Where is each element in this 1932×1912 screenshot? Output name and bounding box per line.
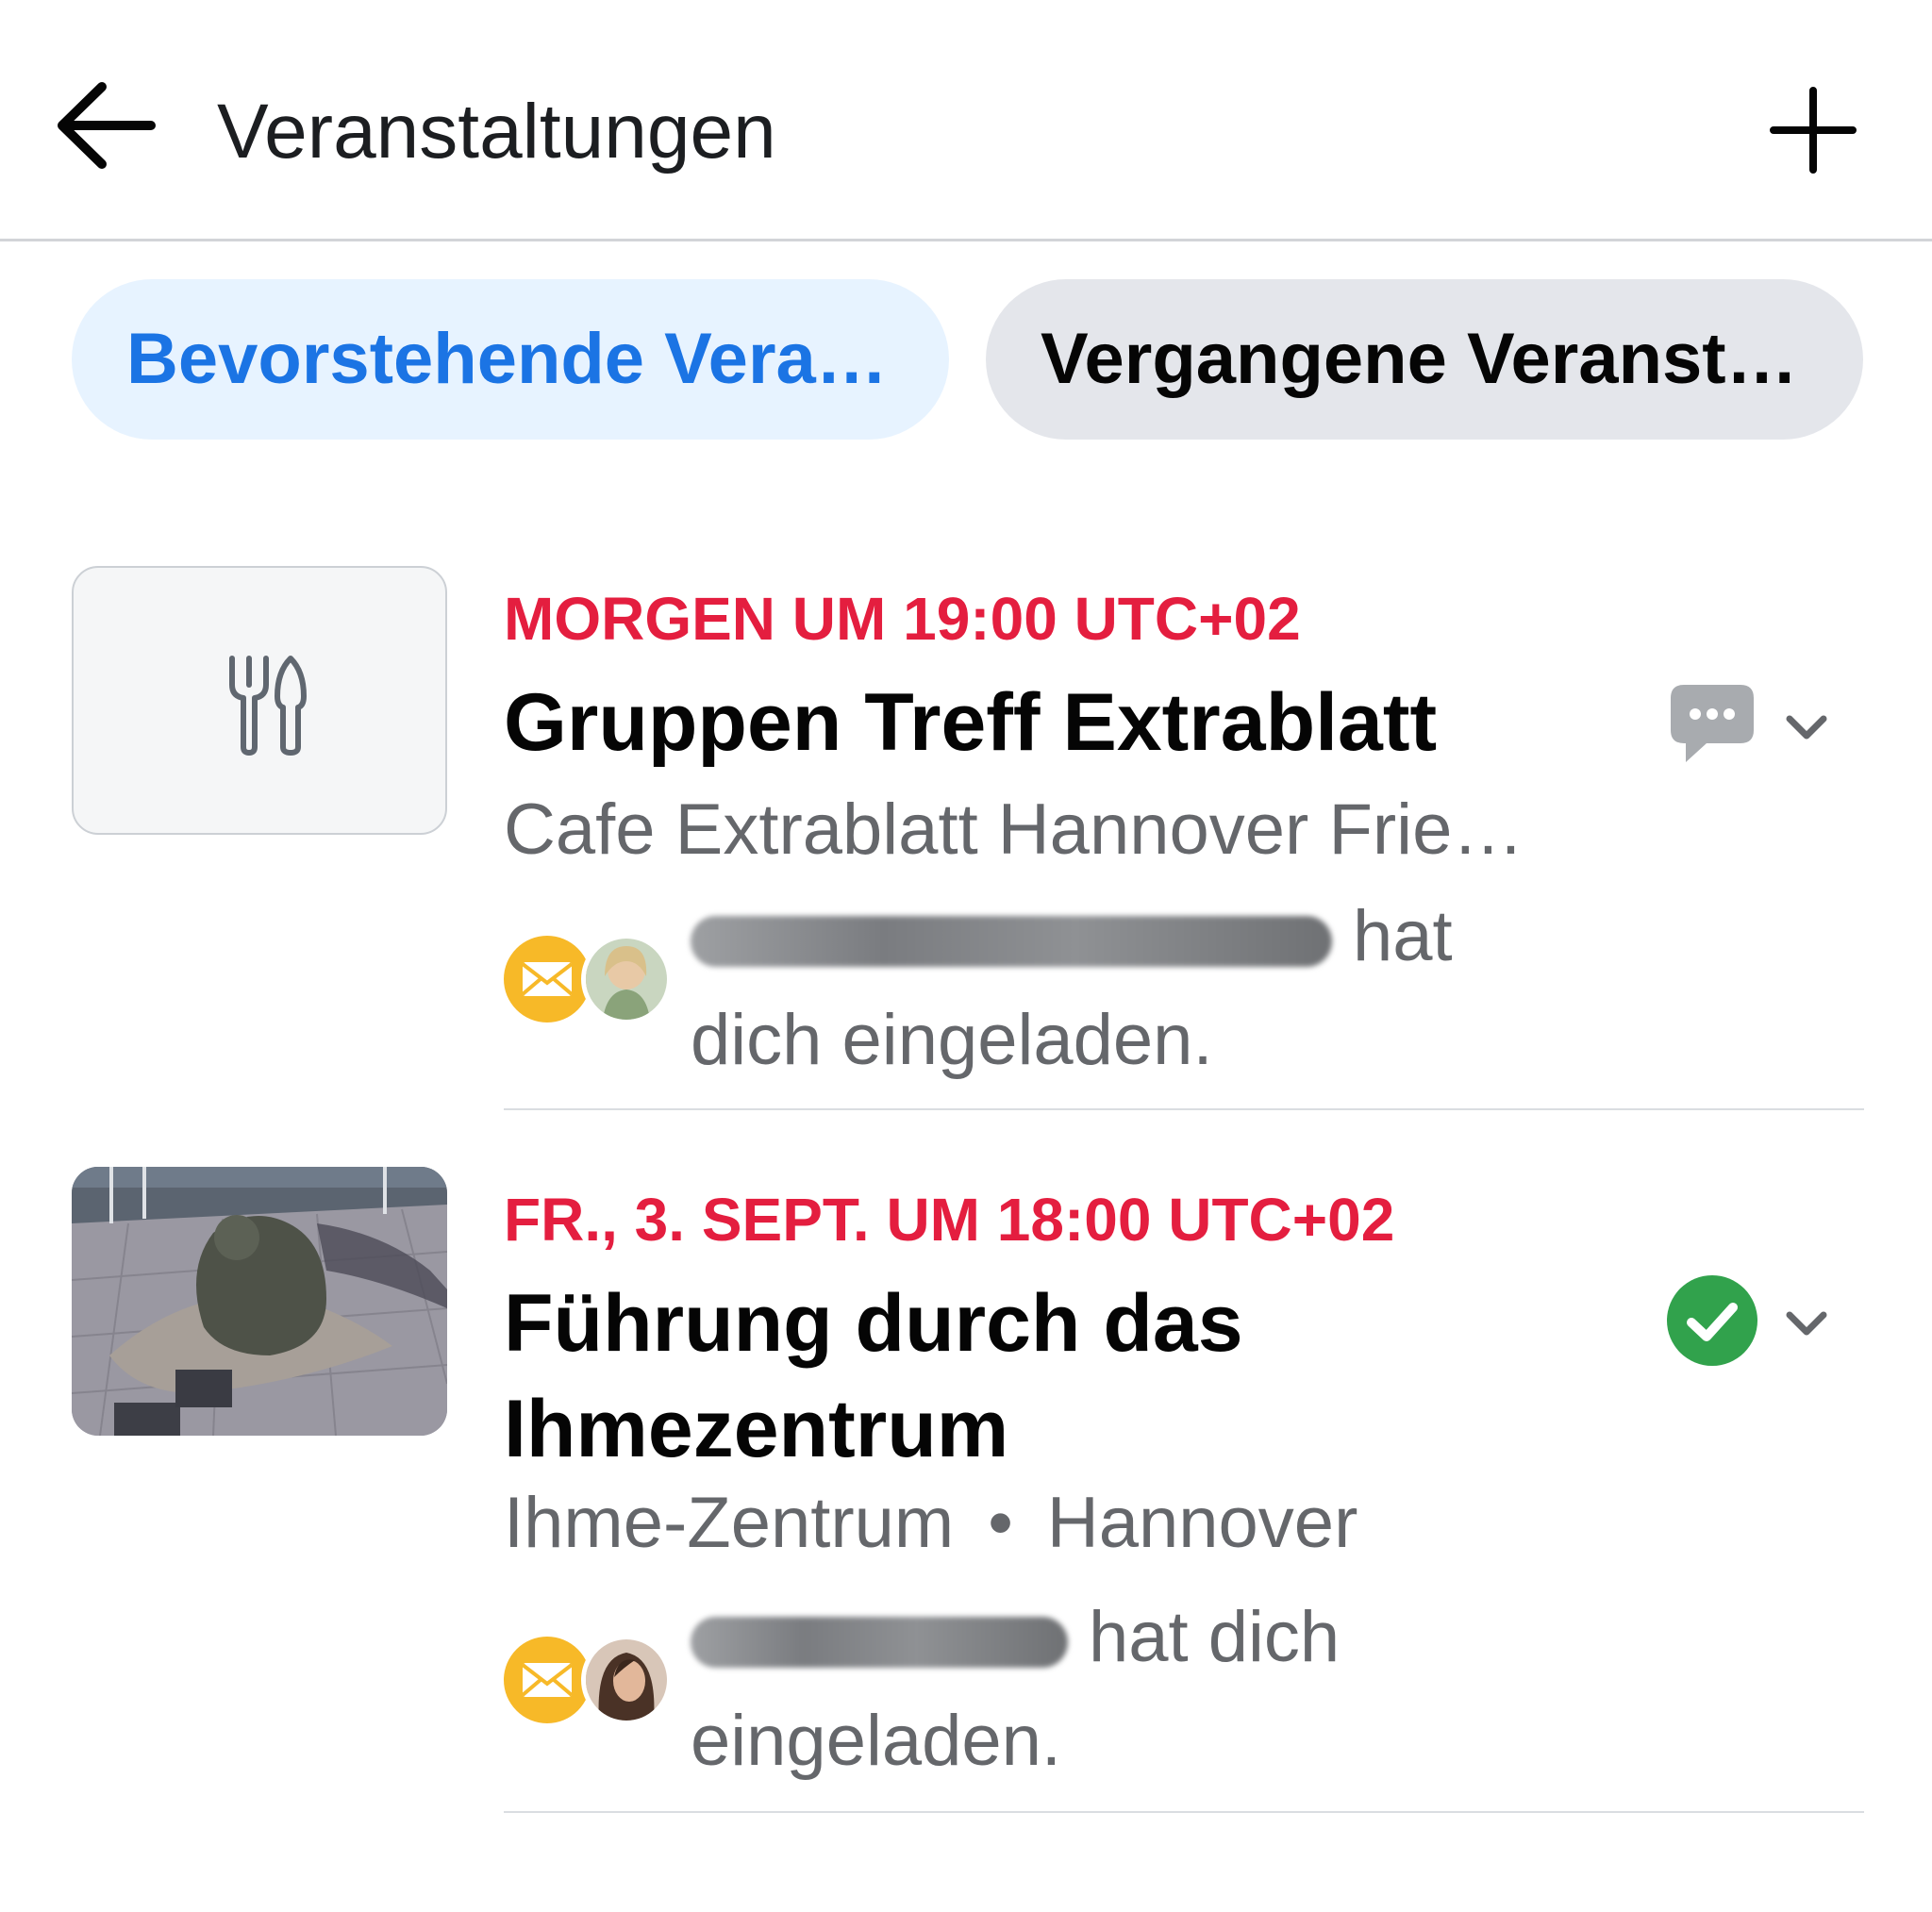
envelope-icon (504, 1637, 591, 1723)
chat-bubble-icon (1671, 685, 1754, 762)
event-title[interactable]: Führung durch das Ihmezentrum (504, 1271, 1636, 1482)
event-location: Cafe Extrablatt Hannover Frie… (504, 790, 1524, 870)
invitation-text-line2: dich eingeladen. (691, 1000, 1213, 1080)
divider (504, 1108, 1864, 1110)
event-date-time: FR., 3. SEPT. UM 18:00 UTC+02 (504, 1186, 1395, 1254)
create-event-button[interactable] (1766, 83, 1860, 177)
event-thumbnail[interactable] (72, 1167, 447, 1436)
avatar-photo (586, 939, 667, 1020)
fork-knife-icon (229, 656, 307, 756)
arrow-left-icon (58, 82, 156, 169)
check-circle-icon (1667, 1275, 1757, 1366)
location-separator: • (988, 1483, 1013, 1563)
location-city: Hannover (1046, 1483, 1358, 1563)
event-options-dropdown[interactable] (1778, 698, 1835, 755)
envelope-icon (504, 936, 591, 1023)
invitation-text-line1: hat dich (1089, 1597, 1341, 1677)
bear-statue-photo (72, 1167, 447, 1436)
invite-icons (502, 1635, 672, 1729)
tab-upcoming-events[interactable]: Bevorstehende Vera… (72, 279, 949, 440)
invitation-text: hat dich eingeladen. (691, 1586, 1540, 1793)
tab-past-events[interactable]: Vergangene Veranst… (986, 279, 1863, 440)
back-button[interactable] (49, 74, 162, 177)
invitation-text-line1: hat (1353, 896, 1453, 976)
chevron-down-icon (1786, 1311, 1827, 1336)
top-bar: Veranstaltungen (0, 0, 1932, 241)
avatar[interactable] (581, 934, 672, 1024)
avatar-photo (586, 1639, 667, 1721)
avatar[interactable] (581, 1635, 672, 1725)
invitation-text: hat dich eingeladen. (691, 885, 1540, 1092)
event-date-time: MORGEN UM 19:00 UTC+02 (504, 585, 1301, 653)
going-status-button[interactable] (1665, 1273, 1759, 1368)
invite-icons (502, 934, 672, 1028)
event-title[interactable]: Gruppen Treff Extrablatt (504, 670, 1636, 775)
plus-icon (1770, 87, 1857, 174)
redacted-name (691, 915, 1332, 967)
interested-status-button[interactable] (1665, 677, 1759, 772)
location-venue: Ihme-Zentrum (504, 1483, 955, 1563)
event-thumbnail[interactable] (72, 566, 447, 835)
redacted-name (691, 1616, 1068, 1668)
chevron-down-icon (1786, 715, 1827, 740)
invitation-text-line2: eingeladen. (691, 1701, 1062, 1781)
event-options-dropdown[interactable] (1778, 1294, 1835, 1351)
event-location: Ihme-Zentrum • Hannover (504, 1478, 1357, 1569)
divider (504, 1811, 1864, 1813)
page-title: Veranstaltungen (217, 89, 776, 175)
